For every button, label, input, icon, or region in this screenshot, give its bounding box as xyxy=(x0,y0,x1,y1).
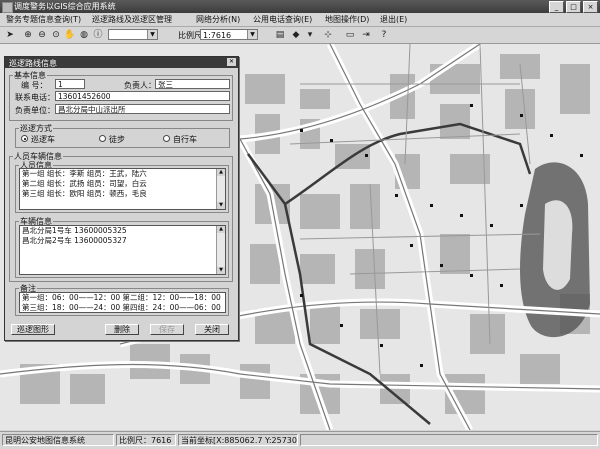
patrol-mode-heading: 巡逻方式 xyxy=(19,123,53,134)
save-button[interactable]: 保存 xyxy=(150,324,184,335)
status-bar: 昆明公安地图信息系统 比例尺：7616 当前坐标[X:885062.7 Y:25… xyxy=(0,431,600,449)
maximize-button[interactable]: □ xyxy=(566,1,581,13)
minimize-button[interactable]: _ xyxy=(549,1,564,13)
status-empty xyxy=(300,434,598,446)
dialog-title-bar: 巡逻路线信息 ✕ xyxy=(5,57,238,68)
patrol-car-label: 巡逻车 xyxy=(31,135,55,144)
vehicles-list[interactable]: 昌北分局1号车 13600005325 昌北分局2号车 13600005327 xyxy=(19,225,226,275)
window-title: 调度警务以GIS综合应用系统 xyxy=(14,2,116,11)
arrow-icon[interactable]: ➤ xyxy=(4,29,16,41)
persons-scrollbar[interactable] xyxy=(216,169,225,209)
radio-bicycle[interactable] xyxy=(163,135,170,142)
persons-list-item[interactable]: 第三组 组长：欧阳 组员：顿西，毛良 xyxy=(20,189,225,199)
menu-phone[interactable]: 公用电话查询(E) xyxy=(253,14,312,25)
delete-button[interactable]: 删除 xyxy=(105,324,139,335)
persons-list-item[interactable]: 第二组 组长：武扬 组员：司望，白云 xyxy=(20,179,225,189)
zoom-area-icon[interactable]: ⊙ xyxy=(50,29,62,41)
radio-patrol-car[interactable] xyxy=(21,135,28,142)
remarks-box[interactable]: 第一组：06：00——12：00 第二组：12：00——18：00 第三组：18… xyxy=(19,292,226,313)
zoom-in-icon[interactable]: ⊕ xyxy=(22,29,34,41)
phone-field[interactable]: 13601452600 xyxy=(55,91,230,101)
radio-foot[interactable] xyxy=(99,135,106,142)
scale-label: 比例尺 xyxy=(178,31,202,40)
patrol-route-dialog: 巡逻路线信息 ✕ 基本信息 编 号： 1 负责人： 张三 联系电话： 13601… xyxy=(4,56,239,341)
help-icon[interactable]: ? xyxy=(378,29,390,41)
bicycle-label: 自行车 xyxy=(173,135,197,144)
layer-combo[interactable]: ▼ xyxy=(108,29,158,40)
main-window: 调度警务以GIS综合应用系统 _ □ × 警务专题信息查询(T) 巡逻路线及巡逻… xyxy=(0,0,600,449)
scale-combo[interactable]: 1:7616 ▼ xyxy=(200,29,258,40)
layer-dropdown-icon[interactable]: ▾ xyxy=(304,29,316,41)
unit-label: 负责单位： xyxy=(15,106,55,115)
export-icon[interactable]: ⇥ xyxy=(360,29,372,41)
close-button[interactable]: × xyxy=(583,1,598,13)
close-dialog-button[interactable]: 关闭 xyxy=(195,324,229,335)
menu-map[interactable]: 地图操作(D) xyxy=(325,14,369,25)
persons-list[interactable]: 第一组 组长：李斯 组员：王武，陆六 第二组 组长：武扬 组员：司望，白云 第三… xyxy=(19,168,226,210)
dialog-close-icon[interactable]: ✕ xyxy=(227,58,236,66)
status-scale: 比例尺：7616 xyxy=(116,434,176,446)
menu-query[interactable]: 警务专题信息查询(T) xyxy=(6,14,81,25)
measure-icon[interactable]: ⊹ xyxy=(322,29,334,41)
leader-label: 负责人： xyxy=(124,81,156,90)
layer-icon[interactable]: ◆ xyxy=(290,29,302,41)
status-system: 昆明公安地图信息系统 xyxy=(2,434,114,446)
id-label: 编 号： xyxy=(21,81,48,90)
vehicles-list-item[interactable]: 昌北分局1号车 13600005325 xyxy=(20,226,225,236)
menu-network[interactable]: 网络分析(N) xyxy=(196,14,240,25)
vehicles-list-item[interactable]: 昌北分局2号车 13600005327 xyxy=(20,236,225,246)
title-bar: 调度警务以GIS综合应用系统 _ □ × xyxy=(0,0,600,13)
foot-label: 徒步 xyxy=(109,135,125,144)
globe-icon[interactable]: ◍ xyxy=(78,29,90,41)
pan-icon[interactable]: ✋ xyxy=(64,29,76,41)
info-icon[interactable]: ⓘ xyxy=(92,29,104,41)
leader-field[interactable]: 张三 xyxy=(155,79,230,89)
menu-bar: 警务专题信息查询(T) 巡逻路线及巡逻区管理 网络分析(N) 公用电话查询(E)… xyxy=(0,13,600,27)
status-coords: 当前坐标[X:885062.7 Y:2573013.07] xyxy=(178,434,298,446)
unit-field[interactable]: 昌北分局中山派出所 xyxy=(55,104,230,114)
dialog-title: 巡逻路线信息 xyxy=(9,59,57,68)
app-icon xyxy=(2,2,13,13)
menu-exit[interactable]: 退出(E) xyxy=(380,14,407,25)
print-icon[interactable]: ▤ xyxy=(274,29,286,41)
remarks-line: 第一组：06：00——12：00 第二组：12：00——18：00 xyxy=(22,293,221,302)
phone-label: 联系电话： xyxy=(15,93,55,102)
id-field[interactable]: 1 xyxy=(55,79,85,89)
zoom-out-icon[interactable]: ⊖ xyxy=(36,29,48,41)
toolbar: ➤ ⊕ ⊖ ⊙ ✋ ◍ ⓘ ▼ 比例尺 1:7616 ▼ ▤ ◆ ▾ ⊹ ▭ ⇥ … xyxy=(0,27,600,44)
select-icon[interactable]: ▭ xyxy=(344,29,356,41)
route-map-button[interactable]: 巡逻图形 xyxy=(11,324,55,335)
remarks-line: 第三组：18：00——24：00 第四组：24：00——06：00 xyxy=(22,303,221,312)
vehicles-scrollbar[interactable] xyxy=(216,226,225,274)
persons-list-item[interactable]: 第一组 组长：李斯 组员：王武，陆六 xyxy=(20,169,225,179)
menu-patrol[interactable]: 巡逻路线及巡逻区管理 xyxy=(92,14,172,25)
